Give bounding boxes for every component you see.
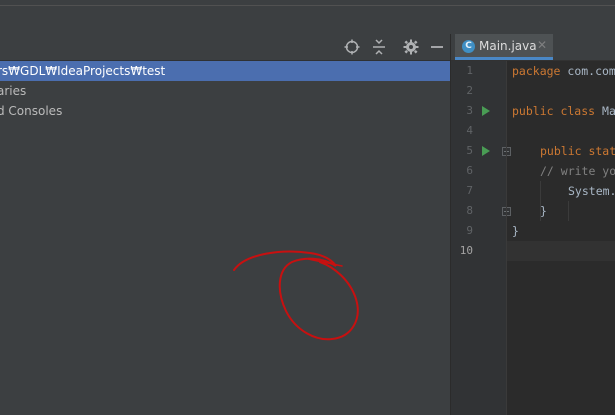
code-editor: C Main.java ✕ 1 2 3 4 5 6 7 8 9 10 packa… bbox=[451, 34, 615, 415]
keyword: public class bbox=[512, 104, 596, 118]
code-line-1: package com.com bbox=[512, 61, 615, 81]
editor-gutter: 1 2 3 4 5 6 7 8 9 10 bbox=[451, 61, 511, 415]
code-line-8: } bbox=[540, 201, 547, 221]
editor-tab-bar: C Main.java ✕ bbox=[451, 34, 615, 61]
line-number: 7 bbox=[466, 184, 473, 197]
keyword: package bbox=[512, 64, 561, 78]
gear-icon[interactable] bbox=[402, 38, 420, 56]
toolbar-divider bbox=[0, 5, 615, 6]
keyword: public stat bbox=[540, 144, 615, 158]
tree-item-label: rs₩GDL₩IdeaProjects₩test bbox=[0, 64, 166, 78]
run-main-icon[interactable] bbox=[482, 146, 490, 156]
line-number: 6 bbox=[466, 164, 473, 177]
line-number: 3 bbox=[466, 104, 473, 117]
locate-icon[interactable] bbox=[343, 38, 361, 56]
code-text: } bbox=[512, 224, 519, 238]
minimize-icon[interactable] bbox=[428, 38, 446, 56]
tree-item-label: d Consoles bbox=[0, 104, 63, 118]
code-line-3: public class Ma bbox=[512, 101, 615, 121]
top-toolbar bbox=[0, 0, 615, 35]
tab-label: Main.java bbox=[479, 39, 537, 53]
tree-item-external-libraries[interactable]: aries bbox=[0, 81, 450, 101]
code-line-9: } bbox=[512, 221, 519, 241]
line-number: 4 bbox=[466, 124, 473, 137]
project-tree: rs₩GDL₩IdeaProjects₩test aries d Console… bbox=[0, 61, 450, 121]
line-number: 9 bbox=[466, 224, 473, 237]
line-number: 5 bbox=[466, 144, 473, 157]
code-text: } bbox=[540, 204, 547, 218]
code-line-5: public stat bbox=[540, 141, 615, 161]
tab-main-java[interactable]: C Main.java ✕ bbox=[455, 34, 553, 60]
line-number: 1 bbox=[466, 64, 473, 77]
project-panel: rs₩GDL₩IdeaProjects₩test aries d Console… bbox=[0, 34, 450, 415]
collapse-all-icon[interactable] bbox=[370, 38, 388, 56]
project-toolbar bbox=[0, 34, 450, 61]
red-scribble-annotation bbox=[233, 250, 359, 341]
code-text: System. bbox=[568, 184, 615, 198]
tree-item-label: aries bbox=[0, 84, 27, 98]
ide-window: rs₩GDL₩IdeaProjects₩test aries d Console… bbox=[0, 0, 615, 415]
java-class-icon: C bbox=[462, 40, 475, 53]
run-class-icon[interactable] bbox=[482, 106, 490, 116]
comment-text: // write yo bbox=[540, 164, 615, 178]
code-area[interactable]: package com.com public class Ma public s… bbox=[512, 61, 615, 415]
code-line-7: System. bbox=[568, 181, 615, 201]
code-text: Ma bbox=[595, 104, 615, 118]
tree-item-scratches-consoles[interactable]: d Consoles bbox=[0, 101, 450, 121]
close-icon[interactable]: ✕ bbox=[537, 38, 547, 52]
line-number: 8 bbox=[466, 204, 473, 217]
code-line-6: // write yo bbox=[540, 161, 615, 181]
gutter-separator bbox=[506, 61, 507, 415]
line-number-current: 10 bbox=[459, 244, 473, 257]
code-text: com.com bbox=[560, 64, 615, 78]
line-number: 2 bbox=[466, 84, 473, 97]
tree-item-project-root[interactable]: rs₩GDL₩IdeaProjects₩test bbox=[0, 61, 450, 81]
